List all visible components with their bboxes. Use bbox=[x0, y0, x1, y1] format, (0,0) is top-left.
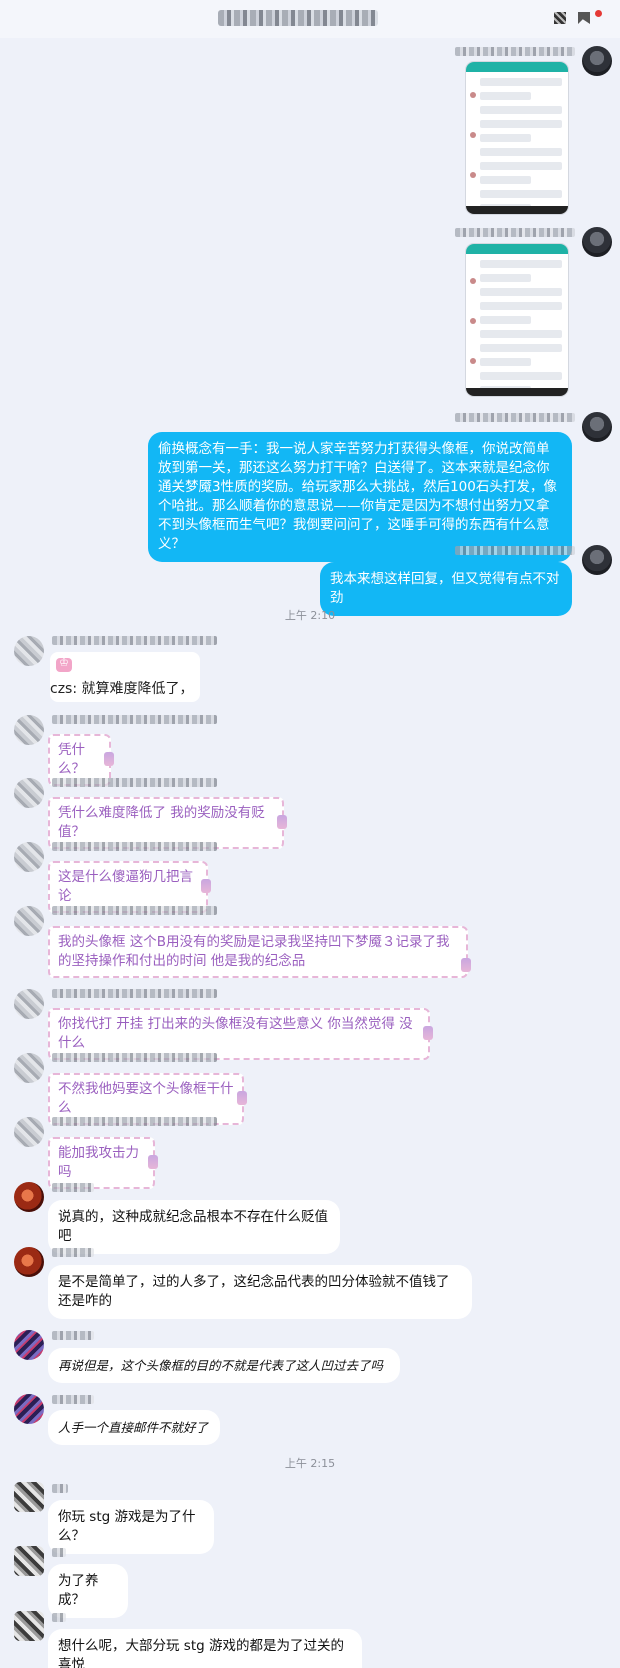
avatar[interactable] bbox=[14, 1182, 44, 1212]
message-bubble[interactable]: 再说但是，这个头像框的目的不就是代表了这人凹过去了吗 bbox=[48, 1348, 400, 1383]
chat-title-blurred bbox=[218, 10, 378, 26]
avatar[interactable] bbox=[14, 1394, 44, 1424]
avatar[interactable] bbox=[582, 46, 612, 76]
sender-name-blurred bbox=[52, 1484, 68, 1493]
sender-name-blurred bbox=[52, 1117, 217, 1126]
avatar[interactable] bbox=[14, 778, 44, 808]
sender-name-blurred bbox=[52, 715, 217, 724]
avatar[interactable] bbox=[14, 1546, 44, 1576]
sender-name-blurred bbox=[52, 842, 217, 851]
sender-name-blurred bbox=[52, 906, 217, 915]
sender-name-blurred bbox=[455, 413, 575, 422]
avatar[interactable] bbox=[14, 1117, 44, 1147]
message-bubble[interactable]: 想什么呢，大部分玩 stg 游戏的都是为了过关的喜悦 bbox=[48, 1629, 362, 1668]
bubble-decoration-icon bbox=[461, 958, 471, 972]
sender-name-blurred bbox=[52, 636, 217, 645]
bubble-decoration-icon bbox=[277, 815, 287, 829]
notification-dot bbox=[595, 10, 602, 17]
message-bubble[interactable]: 是不是简单了，过的人多了，这纪念品代表的凹分体验就不值钱了还是咋的 bbox=[48, 1265, 472, 1319]
quote-text: czs: 就算难度降低了， bbox=[50, 681, 194, 697]
message-bubble[interactable]: 我的头像框 这个B用没有的奖励是记录我坚持凹下梦魇３记录了我的坚持操作和付出的时… bbox=[48, 926, 468, 978]
avatar[interactable] bbox=[582, 545, 612, 575]
timestamp: 上午 2:15 bbox=[284, 1457, 336, 1470]
sender-name-blurred bbox=[52, 1548, 66, 1557]
call-icon[interactable] bbox=[554, 12, 566, 24]
avatar[interactable] bbox=[14, 715, 44, 745]
sender-name-blurred bbox=[52, 1613, 66, 1622]
message-bubble[interactable]: 你玩 stg 游戏是为了什么？ bbox=[48, 1500, 214, 1554]
sender-name-blurred bbox=[455, 47, 575, 56]
avatar[interactable] bbox=[14, 636, 44, 666]
avatar[interactable] bbox=[14, 1247, 44, 1277]
message-bubble[interactable]: 人手一个直接邮件不就好了 bbox=[48, 1410, 220, 1445]
sender-name-blurred bbox=[52, 778, 217, 787]
quote-message[interactable]: czs: 就算难度降低了， bbox=[50, 652, 200, 702]
avatar[interactable] bbox=[14, 906, 44, 936]
timestamp: 上午 2:10 bbox=[284, 609, 336, 622]
message-bubble[interactable]: 为了养成？ bbox=[48, 1564, 128, 1618]
avatar[interactable] bbox=[582, 227, 612, 257]
sender-name-blurred bbox=[52, 1331, 94, 1340]
sender-name-blurred bbox=[455, 546, 575, 555]
image-message[interactable] bbox=[466, 244, 568, 396]
header-icons bbox=[554, 10, 602, 26]
menu-icon[interactable] bbox=[578, 12, 590, 24]
avatar[interactable] bbox=[14, 989, 44, 1019]
sender-name-blurred bbox=[52, 1053, 217, 1062]
avatar[interactable] bbox=[14, 1053, 44, 1083]
crown-badge-icon bbox=[56, 656, 72, 672]
sender-name-blurred bbox=[52, 1183, 94, 1192]
sender-name-blurred bbox=[52, 1395, 94, 1404]
bubble-decoration-icon bbox=[104, 752, 114, 766]
avatar[interactable] bbox=[14, 1611, 44, 1641]
avatar[interactable] bbox=[14, 1330, 44, 1360]
avatar[interactable] bbox=[14, 842, 44, 872]
avatar[interactable] bbox=[14, 1482, 44, 1512]
message-bubble[interactable]: 偷换概念有一手：我一说人家辛苦努力打获得头像框，你说改简单放到第一关，那还这么努… bbox=[148, 432, 572, 562]
image-message[interactable] bbox=[466, 62, 568, 214]
chat-header bbox=[0, 0, 620, 38]
sender-name-blurred bbox=[52, 1248, 94, 1257]
bubble-decoration-icon bbox=[237, 1091, 247, 1105]
bubble-decoration-icon bbox=[423, 1026, 433, 1040]
bubble-decoration-icon bbox=[201, 879, 211, 893]
avatar[interactable] bbox=[582, 412, 612, 442]
sender-name-blurred bbox=[455, 228, 575, 237]
bubble-decoration-icon bbox=[148, 1155, 158, 1169]
message-bubble[interactable]: 说真的，这种成就纪念品根本不存在什么贬值吧 bbox=[48, 1200, 340, 1254]
sender-name-blurred bbox=[52, 989, 217, 998]
message-bubble[interactable]: 能加我攻击力吗 bbox=[48, 1137, 155, 1189]
